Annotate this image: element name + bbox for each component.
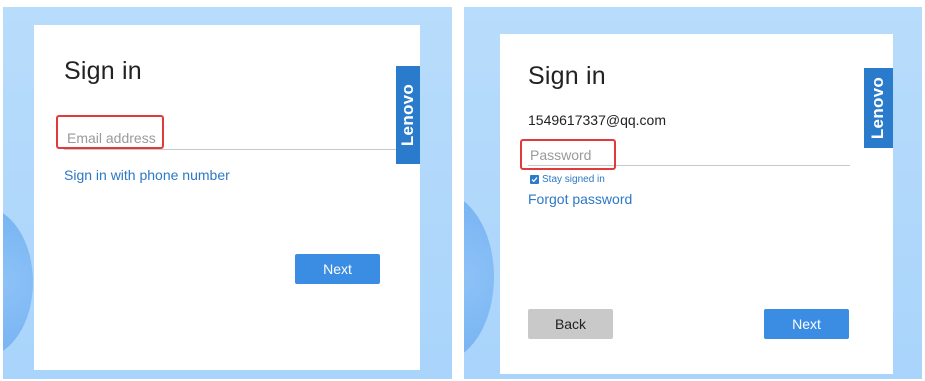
background-blob	[3, 207, 33, 357]
sign-in-card: Sign in Lenovo Email address Sign in wit…	[34, 25, 420, 370]
lenovo-logo-text: Lenovo	[398, 83, 417, 147]
email-step-panel: Sign in Lenovo Email address Sign in wit…	[3, 7, 452, 379]
lenovo-logo-text: Lenovo	[868, 76, 888, 140]
stay-signed-in-label[interactable]: Stay signed in	[542, 174, 605, 185]
email-field-highlight	[56, 115, 164, 149]
password-field-highlight	[520, 139, 616, 170]
lenovo-logo: Lenovo	[864, 68, 893, 148]
password-step-panel: Sign in Lenovo 1549617337@qq.com Passwor…	[464, 7, 922, 379]
stay-signed-in-checkbox[interactable]	[530, 175, 539, 184]
back-button[interactable]: Back	[528, 309, 613, 339]
signed-in-email: 1549617337@qq.com	[528, 112, 666, 128]
background-blob	[464, 192, 494, 362]
page-title: Sign in	[528, 62, 606, 90]
next-button[interactable]: Next	[295, 254, 380, 284]
check-icon	[531, 177, 538, 183]
email-field-underline	[64, 149, 396, 150]
forgot-password-link[interactable]: Forgot password	[528, 191, 632, 207]
sign-in-with-phone-link[interactable]: Sign in with phone number	[64, 167, 230, 183]
page-title: Sign in	[64, 57, 142, 85]
lenovo-logo: Lenovo	[396, 66, 420, 164]
sign-in-card: Sign in Lenovo 1549617337@qq.com Passwor…	[500, 34, 893, 374]
next-button[interactable]: Next	[764, 309, 849, 339]
